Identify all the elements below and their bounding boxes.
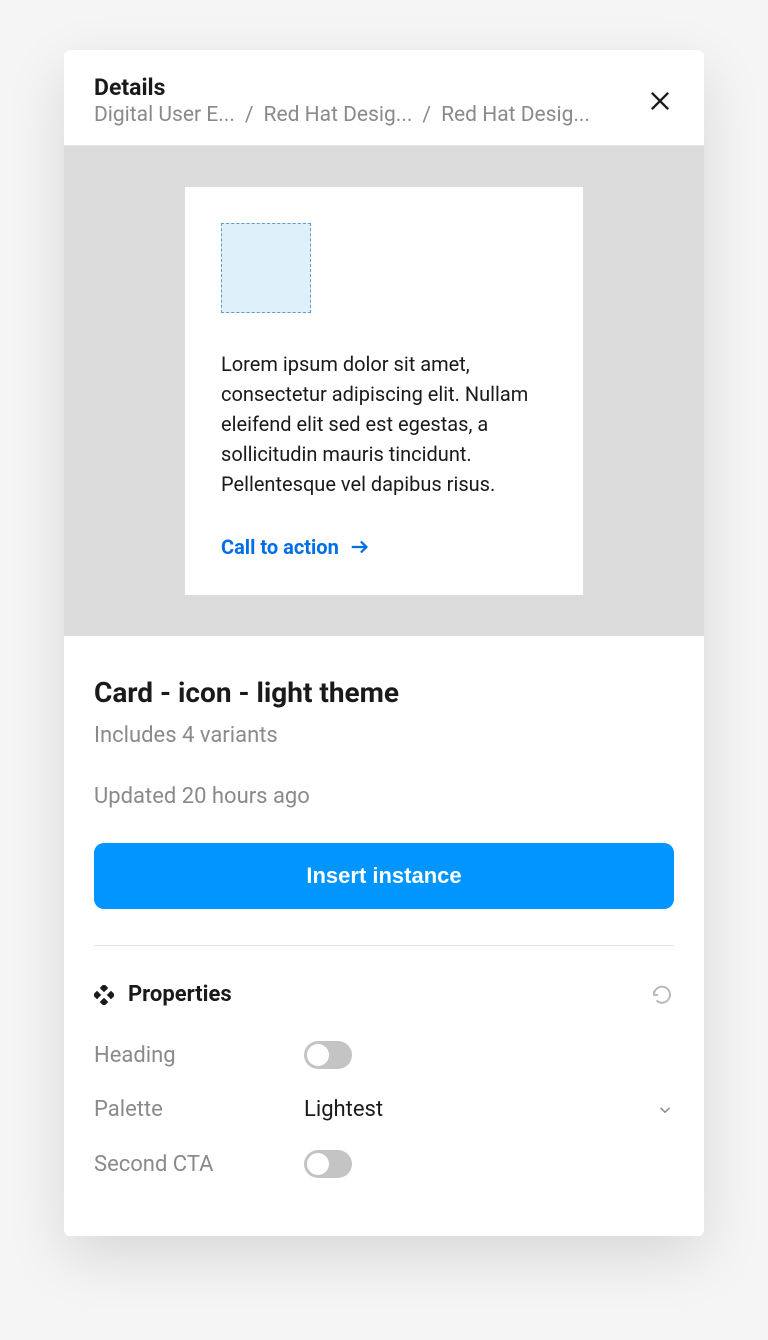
variants-count: Includes 4 variants bbox=[94, 723, 674, 748]
refresh-icon bbox=[650, 983, 674, 1007]
properties-header: Properties bbox=[94, 982, 674, 1007]
close-icon bbox=[646, 87, 674, 115]
updated-timestamp: Updated 20 hours ago bbox=[94, 784, 674, 809]
heading-toggle[interactable] bbox=[304, 1041, 352, 1069]
details-body: Card - icon - light theme Includes 4 var… bbox=[64, 636, 704, 1236]
heading-label: Heading bbox=[94, 1043, 304, 1068]
page-title: Details bbox=[94, 74, 646, 101]
breadcrumb-sep: / bbox=[245, 103, 254, 127]
breadcrumb-item-3[interactable]: Red Hat Desig... bbox=[441, 103, 590, 127]
property-row-heading: Heading bbox=[94, 1041, 674, 1069]
close-button[interactable] bbox=[646, 87, 674, 115]
panel-header: Details Digital User E... / Red Hat Desi… bbox=[64, 50, 704, 146]
cta-link[interactable]: Call to action bbox=[221, 535, 371, 559]
toggle-knob bbox=[307, 1153, 329, 1175]
details-panel: Details Digital User E... / Red Hat Desi… bbox=[64, 50, 704, 1236]
property-row-palette: Palette Lightest bbox=[94, 1097, 674, 1122]
preview-card: Lorem ipsum dolor sit amet, consectetur … bbox=[184, 186, 584, 596]
header-text: Details Digital User E... / Red Hat Desi… bbox=[94, 74, 646, 127]
palette-label: Palette bbox=[94, 1097, 304, 1122]
divider bbox=[94, 945, 674, 946]
refresh-button[interactable] bbox=[650, 983, 674, 1007]
arrow-right-icon bbox=[349, 536, 371, 558]
toggle-knob bbox=[307, 1044, 329, 1066]
breadcrumb-item-1[interactable]: Digital User E... bbox=[94, 103, 235, 127]
breadcrumb: Digital User E... / Red Hat Desig... / R… bbox=[94, 103, 646, 127]
card-body-text: Lorem ipsum dolor sit amet, consectetur … bbox=[221, 349, 547, 499]
component-icon bbox=[94, 985, 114, 1005]
palette-value: Lightest bbox=[304, 1097, 383, 1122]
second-cta-label: Second CTA bbox=[94, 1152, 304, 1177]
breadcrumb-item-2[interactable]: Red Hat Desig... bbox=[264, 103, 413, 127]
component-title: Card - icon - light theme bbox=[94, 676, 674, 709]
properties-section-title: Properties bbox=[128, 982, 232, 1007]
breadcrumb-sep: / bbox=[422, 103, 431, 127]
palette-select[interactable]: Lightest bbox=[304, 1097, 674, 1122]
image-placeholder bbox=[221, 223, 311, 313]
second-cta-toggle[interactable] bbox=[304, 1150, 352, 1178]
chevron-down-icon bbox=[656, 1101, 674, 1119]
property-row-second-cta: Second CTA bbox=[94, 1150, 674, 1178]
insert-instance-button[interactable]: Insert instance bbox=[94, 843, 674, 909]
properties-title-wrap: Properties bbox=[94, 982, 232, 1007]
preview-area: Lorem ipsum dolor sit amet, consectetur … bbox=[64, 146, 704, 636]
cta-label: Call to action bbox=[221, 535, 339, 559]
